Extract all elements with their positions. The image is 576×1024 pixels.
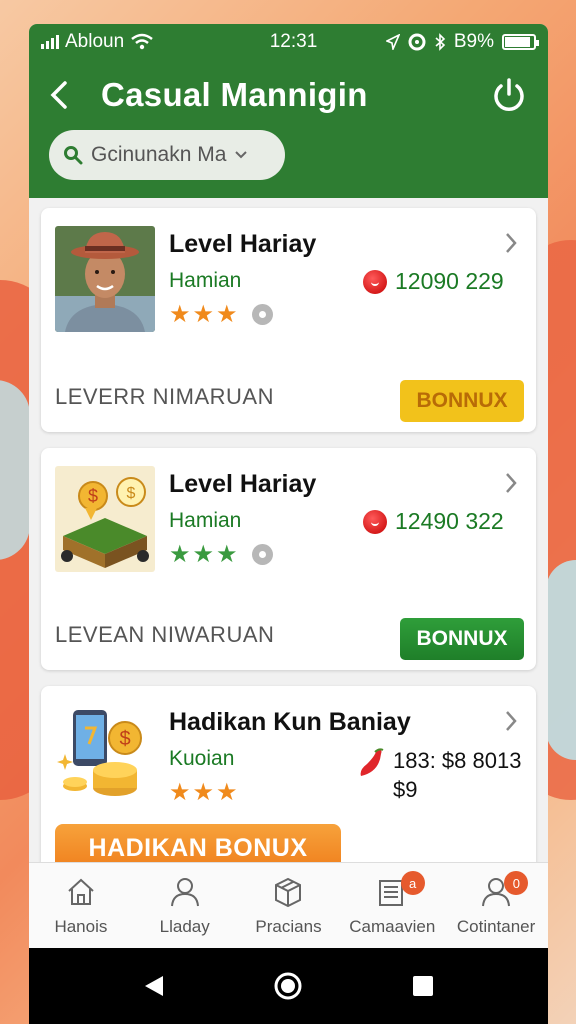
info-dot-icon [251, 304, 273, 325]
card-subtitle: Hamian [169, 269, 242, 292]
star-icon: ★ [216, 541, 238, 568]
chevron-right-icon[interactable] [504, 708, 518, 739]
avatar [55, 226, 155, 332]
star-icon: ★ [216, 779, 238, 806]
coin-amount: 12090 229 [363, 268, 504, 295]
star-rating: ★ ★ ★ [169, 300, 273, 329]
star-rating: ★ ★ ★ [169, 540, 273, 569]
chevron-right-icon[interactable] [504, 470, 518, 501]
recents-square-icon[interactable] [412, 975, 434, 997]
clock: 12:31 [269, 31, 318, 52]
price-line-2: $9 [393, 777, 418, 802]
tab-label: Cotintaner [456, 916, 536, 936]
data-saver-icon [408, 33, 426, 51]
bonus-button[interactable]: BONNUX [400, 380, 524, 422]
amount-value: 12090 229 [395, 268, 504, 294]
star-icon: ★ [192, 779, 215, 806]
notification-badge: a [400, 871, 425, 895]
card-subtitle: Kuoian [169, 747, 235, 770]
card-title: Level Hariay [169, 470, 317, 498]
chevron-right-icon[interactable] [504, 230, 518, 261]
search-dropdown[interactable]: Gcinunakn Ma [49, 130, 285, 180]
bluetooth-icon [435, 33, 446, 51]
battery-percent: B9% [453, 31, 494, 52]
svg-text:$: $ [88, 486, 98, 506]
star-icon: ★ [169, 541, 191, 568]
signal-icon [41, 35, 59, 49]
home-circle-icon[interactable] [273, 971, 303, 1001]
star-rating: ★ ★ ★ [169, 778, 238, 807]
coin-icon [363, 269, 387, 294]
tab-label: Pracians [255, 916, 322, 936]
tab-label: Hanois [54, 916, 108, 936]
card-title: Level Hariay [169, 230, 317, 258]
bonus-button[interactable]: BONNUX [400, 618, 524, 660]
coin-amount: 12490 322 [363, 508, 504, 535]
card-footer-label: LEVERR NIMARUAN [55, 384, 274, 409]
search-icon [64, 146, 83, 165]
offer-card[interactable]: $ $ Level Hariay Hamian ★ ★ ★ 12490 322 … [41, 448, 536, 670]
home-icon [68, 878, 94, 905]
system-nav-bar [29, 948, 548, 1024]
power-icon[interactable] [490, 76, 528, 114]
bottom-tab-bar: Hanois Lladay Pracians Camaavien a Cotin… [29, 862, 548, 948]
svg-text:$: $ [119, 728, 130, 750]
tab-news[interactable]: Camaavien a [340, 863, 444, 948]
tab-label: Lladay [159, 916, 210, 936]
notification-badge: 0 [504, 871, 529, 895]
price-amount: 183: $8 8013 $9 [357, 746, 521, 804]
svg-text:$: $ [127, 485, 136, 502]
card-subtitle: Hamian [169, 509, 242, 532]
tab-home[interactable]: Hanois [29, 863, 133, 948]
info-dot-icon [251, 544, 273, 565]
chevron-down-icon [235, 151, 248, 159]
coin-machine-image: $ $ [55, 466, 155, 572]
status-bar: Abloun 12:31 B9% [29, 24, 548, 60]
tab-person[interactable]: Lladay [133, 863, 237, 948]
star-icon: ★ [192, 301, 215, 328]
tab-box[interactable]: Pracians [237, 863, 341, 948]
page-title: Casual Mannigin [101, 76, 368, 113]
tab-label: Camaavien [349, 916, 436, 936]
wifi-icon [131, 33, 153, 50]
chili-icon [360, 748, 384, 776]
amount-value: 12490 322 [395, 508, 504, 534]
box-icon [275, 877, 302, 907]
star-icon: ★ [169, 779, 191, 806]
card-footer-label: LEVEAN NIWARUAN [55, 622, 275, 647]
star-icon: ★ [169, 301, 191, 328]
battery-icon [502, 34, 539, 50]
app-header: Casual Mannigin Gcinunakn Ma [29, 60, 548, 198]
card-title: Hadikan Kun Baniay [169, 708, 411, 736]
star-icon: ★ [216, 301, 238, 328]
offer-card[interactable]: $ Hadikan Kun Baniay Kuoian ★ ★ ★ 183: $… [41, 686, 536, 876]
person-icon [170, 877, 199, 906]
coin-icon [363, 509, 387, 534]
tab-user[interactable]: Cotintaner 0 [444, 863, 548, 948]
carrier-name: Abloun [65, 31, 125, 52]
back-arrow-icon[interactable] [49, 80, 79, 110]
offer-card[interactable]: Level Hariay Hamian ★ ★ ★ 12090 229 LEVE… [41, 208, 536, 432]
app-screen: Abloun 12:31 B9% Casual Mannigin Gcinuna… [29, 24, 548, 1024]
location-icon [385, 34, 400, 50]
star-icon: ★ [192, 541, 215, 568]
back-triangle-icon[interactable] [143, 974, 165, 998]
search-text: Gcinunakn Ma [91, 143, 227, 166]
price-line-1: 183: $8 8013 [393, 748, 522, 773]
phone-coins-image: $ [55, 704, 155, 810]
